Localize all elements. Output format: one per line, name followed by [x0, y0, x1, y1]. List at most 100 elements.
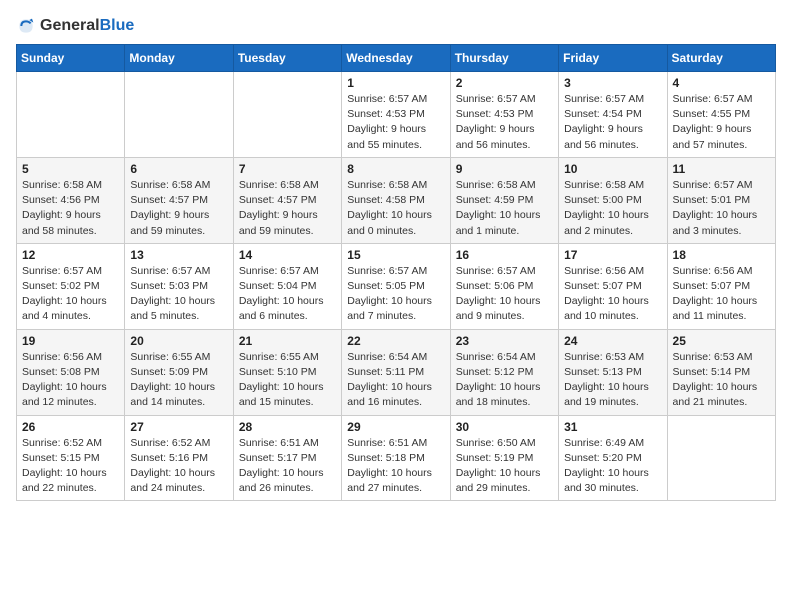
day-info: Sunrise: 6:57 AM Sunset: 5:05 PM Dayligh…	[347, 264, 444, 325]
day-number: 21	[239, 334, 336, 348]
day-number: 25	[673, 334, 770, 348]
calendar-cell: 31 Sunrise: 6:49 AM Sunset: 5:20 PM Dayli…	[559, 415, 667, 501]
day-number: 17	[564, 248, 661, 262]
day-info: Sunrise: 6:57 AM Sunset: 5:06 PM Dayligh…	[456, 264, 553, 325]
day-number: 22	[347, 334, 444, 348]
calendar-cell: 15 Sunrise: 6:57 AM Sunset: 5:05 PM Dayli…	[342, 243, 450, 329]
day-info: Sunrise: 6:57 AM Sunset: 4:53 PM Dayligh…	[347, 92, 444, 153]
calendar-cell: 26Sunrise: 6:52 AM Sunset: 5:15 PM Dayli…	[17, 415, 125, 501]
day-info: Sunrise: 6:57 AM Sunset: 5:04 PM Dayligh…	[239, 264, 336, 325]
calendar-table: SundayMondayTuesdayWednesdayThursdayFrid…	[16, 44, 776, 501]
day-number: 20	[130, 334, 227, 348]
day-of-week-header: Saturday	[667, 45, 775, 72]
day-number: 31	[564, 420, 661, 434]
day-number: 28	[239, 420, 336, 434]
day-number: 14	[239, 248, 336, 262]
day-info: Sunrise: 6:58 AM Sunset: 4:56 PM Dayligh…	[22, 178, 119, 239]
day-info: Sunrise: 6:57 AM Sunset: 5:02 PM Dayligh…	[22, 264, 119, 325]
calendar-cell: 14 Sunrise: 6:57 AM Sunset: 5:04 PM Dayli…	[233, 243, 341, 329]
calendar-cell	[125, 72, 233, 158]
calendar-week-row: 12 Sunrise: 6:57 AM Sunset: 5:02 PM Dayli…	[17, 243, 776, 329]
day-of-week-header: Wednesday	[342, 45, 450, 72]
day-number: 5	[22, 162, 119, 176]
day-info: Sunrise: 6:54 AM Sunset: 5:11 PM Dayligh…	[347, 350, 444, 411]
calendar-week-row: 26Sunrise: 6:52 AM Sunset: 5:15 PM Dayli…	[17, 415, 776, 501]
day-number: 15	[347, 248, 444, 262]
calendar-cell: 16 Sunrise: 6:57 AM Sunset: 5:06 PM Dayli…	[450, 243, 558, 329]
calendar-cell: 4 Sunrise: 6:57 AM Sunset: 4:55 PM Daylig…	[667, 72, 775, 158]
calendar-cell	[17, 72, 125, 158]
day-number: 30	[456, 420, 553, 434]
page-header: GeneralBlue	[16, 16, 776, 36]
day-info: Sunrise: 6:58 AM Sunset: 5:00 PM Dayligh…	[564, 178, 661, 239]
day-number: 26	[22, 420, 119, 434]
calendar-cell: 29 Sunrise: 6:51 AM Sunset: 5:18 PM Dayli…	[342, 415, 450, 501]
day-number: 29	[347, 420, 444, 434]
calendar-cell: 27 Sunrise: 6:52 AM Sunset: 5:16 PM Dayli…	[125, 415, 233, 501]
day-info: Sunrise: 6:56 AM Sunset: 5:08 PM Dayligh…	[22, 350, 119, 411]
day-info: Sunrise: 6:51 AM Sunset: 5:18 PM Dayligh…	[347, 436, 444, 497]
day-info: Sunrise: 6:53 AM Sunset: 5:14 PM Dayligh…	[673, 350, 770, 411]
day-info: Sunrise: 6:57 AM Sunset: 4:55 PM Dayligh…	[673, 92, 770, 153]
day-info: Sunrise: 6:50 AM Sunset: 5:19 PM Dayligh…	[456, 436, 553, 497]
logo: GeneralBlue	[16, 16, 134, 36]
calendar-cell: 2Sunrise: 6:57 AM Sunset: 4:53 PM Daylig…	[450, 72, 558, 158]
day-info: Sunrise: 6:56 AM Sunset: 5:07 PM Dayligh…	[673, 264, 770, 325]
day-info: Sunrise: 6:57 AM Sunset: 4:53 PM Dayligh…	[456, 92, 553, 153]
day-info: Sunrise: 6:58 AM Sunset: 4:59 PM Dayligh…	[456, 178, 553, 239]
calendar-cell: 28Sunrise: 6:51 AM Sunset: 5:17 PM Dayli…	[233, 415, 341, 501]
day-info: Sunrise: 6:57 AM Sunset: 4:54 PM Dayligh…	[564, 92, 661, 153]
day-number: 23	[456, 334, 553, 348]
calendar-cell: 25 Sunrise: 6:53 AM Sunset: 5:14 PM Dayli…	[667, 329, 775, 415]
calendar-cell: 22 Sunrise: 6:54 AM Sunset: 5:11 PM Dayli…	[342, 329, 450, 415]
calendar-cell: 19 Sunrise: 6:56 AM Sunset: 5:08 PM Dayli…	[17, 329, 125, 415]
calendar-week-row: 1Sunrise: 6:57 AM Sunset: 4:53 PM Daylig…	[17, 72, 776, 158]
calendar-week-row: 19 Sunrise: 6:56 AM Sunset: 5:08 PM Dayli…	[17, 329, 776, 415]
calendar-cell	[233, 72, 341, 158]
day-info: Sunrise: 6:58 AM Sunset: 4:57 PM Dayligh…	[239, 178, 336, 239]
day-number: 11	[673, 162, 770, 176]
day-number: 3	[564, 76, 661, 90]
day-number: 10	[564, 162, 661, 176]
calendar-cell: 1Sunrise: 6:57 AM Sunset: 4:53 PM Daylig…	[342, 72, 450, 158]
calendar-cell: 20Sunrise: 6:55 AM Sunset: 5:09 PM Dayli…	[125, 329, 233, 415]
calendar-cell: 30 Sunrise: 6:50 AM Sunset: 5:19 PM Dayli…	[450, 415, 558, 501]
calendar-cell: 21Sunrise: 6:55 AM Sunset: 5:10 PM Dayli…	[233, 329, 341, 415]
calendar-cell: 3 Sunrise: 6:57 AM Sunset: 4:54 PM Daylig…	[559, 72, 667, 158]
day-number: 12	[22, 248, 119, 262]
day-info: Sunrise: 6:49 AM Sunset: 5:20 PM Dayligh…	[564, 436, 661, 497]
day-number: 8	[347, 162, 444, 176]
day-number: 16	[456, 248, 553, 262]
day-info: Sunrise: 6:57 AM Sunset: 5:03 PM Dayligh…	[130, 264, 227, 325]
logo-icon	[16, 16, 36, 36]
day-number: 18	[673, 248, 770, 262]
day-info: Sunrise: 6:53 AM Sunset: 5:13 PM Dayligh…	[564, 350, 661, 411]
day-of-week-header: Friday	[559, 45, 667, 72]
day-info: Sunrise: 6:56 AM Sunset: 5:07 PM Dayligh…	[564, 264, 661, 325]
calendar-cell	[667, 415, 775, 501]
calendar-cell: 8 Sunrise: 6:58 AM Sunset: 4:58 PM Daylig…	[342, 157, 450, 243]
day-info: Sunrise: 6:52 AM Sunset: 5:16 PM Dayligh…	[130, 436, 227, 497]
calendar-cell: 12 Sunrise: 6:57 AM Sunset: 5:02 PM Dayli…	[17, 243, 125, 329]
days-header-row: SundayMondayTuesdayWednesdayThursdayFrid…	[17, 45, 776, 72]
day-info: Sunrise: 6:57 AM Sunset: 5:01 PM Dayligh…	[673, 178, 770, 239]
day-of-week-header: Tuesday	[233, 45, 341, 72]
calendar-cell: 11 Sunrise: 6:57 AM Sunset: 5:01 PM Dayli…	[667, 157, 775, 243]
day-number: 4	[673, 76, 770, 90]
calendar-body: 1Sunrise: 6:57 AM Sunset: 4:53 PM Daylig…	[17, 72, 776, 501]
logo-text: GeneralBlue	[40, 17, 134, 35]
day-info: Sunrise: 6:54 AM Sunset: 5:12 PM Dayligh…	[456, 350, 553, 411]
calendar-cell: 5 Sunrise: 6:58 AM Sunset: 4:56 PM Daylig…	[17, 157, 125, 243]
day-number: 7	[239, 162, 336, 176]
day-of-week-header: Thursday	[450, 45, 558, 72]
day-of-week-header: Monday	[125, 45, 233, 72]
calendar-cell: 17 Sunrise: 6:56 AM Sunset: 5:07 PM Dayli…	[559, 243, 667, 329]
day-number: 13	[130, 248, 227, 262]
day-number: 27	[130, 420, 227, 434]
calendar-cell: 6Sunrise: 6:58 AM Sunset: 4:57 PM Daylig…	[125, 157, 233, 243]
day-number: 24	[564, 334, 661, 348]
calendar-cell: 18 Sunrise: 6:56 AM Sunset: 5:07 PM Dayli…	[667, 243, 775, 329]
day-number: 19	[22, 334, 119, 348]
day-info: Sunrise: 6:58 AM Sunset: 4:58 PM Dayligh…	[347, 178, 444, 239]
calendar-week-row: 5 Sunrise: 6:58 AM Sunset: 4:56 PM Daylig…	[17, 157, 776, 243]
